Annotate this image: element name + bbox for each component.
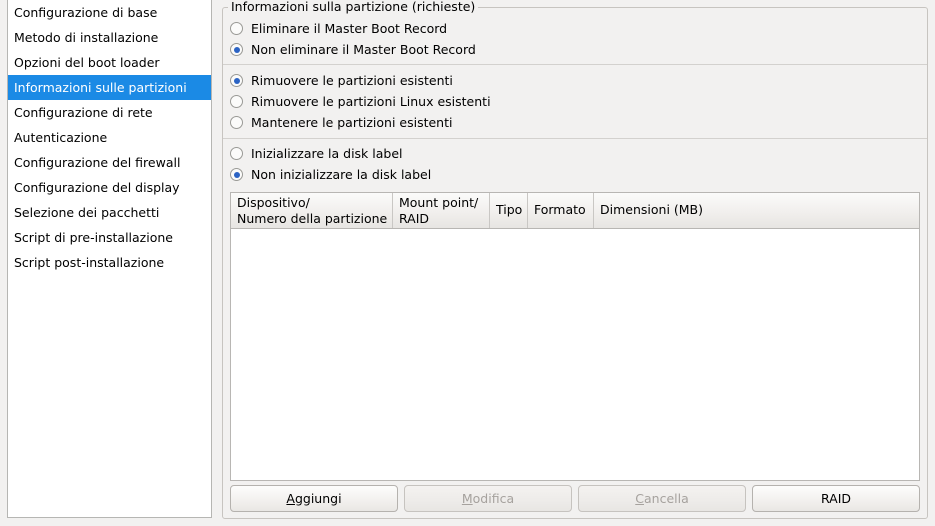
radio-option-disklabel-0[interactable]: Inizializzare la disk label <box>223 143 927 164</box>
radio-option-mbr-1[interactable]: Non eliminare il Master Boot Record <box>223 39 927 60</box>
button-label: RAID <box>820 491 852 506</box>
partition-action-buttons: Aggiungi Modifica Cancella RAID <box>230 485 920 512</box>
sidebar-item-8[interactable]: Selezione dei pacchetti <box>8 200 211 225</box>
table-column-header-size[interactable]: Dimensioni (MB) <box>594 193 919 228</box>
sidebar-item-5[interactable]: Autenticazione <box>8 125 211 150</box>
radio-button-icon[interactable] <box>230 168 243 181</box>
modifica-button: Modifica <box>404 485 572 512</box>
sidebar-item-label: Autenticazione <box>14 130 108 145</box>
groupbox-title: Informazioni sulla partizione (richieste… <box>228 0 479 14</box>
sidebar-item-label: Metodo di installazione <box>14 30 159 45</box>
table-column-header-device[interactable]: Dispositivo/ Numero della partizione <box>231 193 393 228</box>
separator-2 <box>223 138 927 139</box>
sidebar-item-label: Configurazione del firewall <box>14 155 181 170</box>
sidebar-item-label: Configurazione del display <box>14 180 180 195</box>
section-list[interactable]: Configurazione di base Metodo di installa… <box>7 0 212 518</box>
table-column-header-type[interactable]: Tipo <box>490 193 528 228</box>
sidebar-item-0[interactable]: Configurazione di base <box>8 0 211 25</box>
aggiungi-button[interactable]: Aggiungi <box>230 485 398 512</box>
partition-table[interactable]: Dispositivo/ Numero della partizione Mou… <box>230 192 920 481</box>
sidebar-item-label: Configurazione di base <box>14 5 158 20</box>
radio-button-icon[interactable] <box>230 74 243 87</box>
sidebar-item-2[interactable]: Opzioni del boot loader <box>8 50 211 75</box>
radio-option-partitions-2[interactable]: Mantenere le partizioni esistenti <box>223 112 927 133</box>
sidebar-item-label: Opzioni del boot loader <box>14 55 160 70</box>
radio-button-icon[interactable] <box>230 43 243 56</box>
radio-button-icon[interactable] <box>230 147 243 160</box>
sidebar-item-label: Configurazione di rete <box>14 105 153 120</box>
sidebar-item-10[interactable]: Script post-installazione <box>8 250 211 275</box>
sidebar-item-1[interactable]: Metodo di installazione <box>8 25 211 50</box>
kickstart-configurator-window: Configurazione di base Metodo di installa… <box>0 0 935 526</box>
radio-button-icon[interactable] <box>230 95 243 108</box>
radio-option-label: Mantenere le partizioni esistenti <box>251 115 453 130</box>
radio-option-mbr-0[interactable]: Eliminare il Master Boot Record <box>223 18 927 39</box>
radio-option-disklabel-1[interactable]: Non inizializzare la disk label <box>223 164 927 185</box>
sidebar-item-label: Informazioni sulle partizioni <box>14 80 187 95</box>
sidebar-item-label: Script di pre-installazione <box>14 230 173 245</box>
table-body[interactable] <box>231 229 919 480</box>
radio-button-icon[interactable] <box>230 22 243 35</box>
radio-group-mbr[interactable]: Eliminare il Master Boot Record Non elimi… <box>223 18 927 60</box>
raid-button[interactable]: RAID <box>752 485 920 512</box>
button-label: Aggiungi <box>286 491 342 506</box>
sidebar-item-3[interactable]: Informazioni sulle partizioni <box>8 75 211 100</box>
table-column-header-mountpoint[interactable]: Mount point/ RAID <box>393 193 490 228</box>
sidebar-item-label: Selezione dei pacchetti <box>14 205 160 220</box>
sidebar-item-label: Script post-installazione <box>14 255 165 270</box>
radio-group-disklabel[interactable]: Inizializzare la disk label Non inizializ… <box>223 143 927 185</box>
radio-option-label: Non eliminare il Master Boot Record <box>251 42 476 57</box>
radio-button-icon[interactable] <box>230 116 243 129</box>
radio-group-partitions[interactable]: Rimuovere le partizioni esistenti Rimuove… <box>223 70 927 133</box>
sidebar-item-9[interactable]: Script di pre-installazione <box>8 225 211 250</box>
sidebar-item-4[interactable]: Configurazione di rete <box>8 100 211 125</box>
table-column-header-format[interactable]: Formato <box>528 193 594 228</box>
radio-option-label: Inizializzare la disk label <box>251 146 403 161</box>
cancella-button: Cancella <box>578 485 746 512</box>
table-header-row: Dispositivo/ Numero della partizione Mou… <box>231 193 919 229</box>
button-label: Modifica <box>461 491 515 506</box>
radio-option-label: Non inizializzare la disk label <box>251 167 432 182</box>
sidebar-item-7[interactable]: Configurazione del display <box>8 175 211 200</box>
button-label: Cancella <box>635 491 689 506</box>
radio-option-label: Rimuovere le partizioni Linux esistenti <box>251 94 491 109</box>
radio-option-label: Eliminare il Master Boot Record <box>251 21 448 36</box>
radio-option-partitions-1[interactable]: Rimuovere le partizioni Linux esistenti <box>223 91 927 112</box>
sidebar-item-6[interactable]: Configurazione del firewall <box>8 150 211 175</box>
separator-1 <box>223 64 927 65</box>
radio-option-label: Rimuovere le partizioni esistenti <box>251 73 453 88</box>
radio-option-partitions-0[interactable]: Rimuovere le partizioni esistenti <box>223 70 927 91</box>
